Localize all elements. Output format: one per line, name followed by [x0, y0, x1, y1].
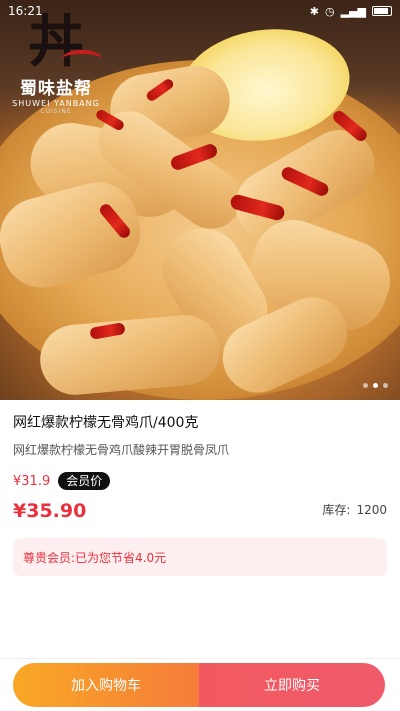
logo-swirl	[62, 50, 102, 68]
status-time: 16:21	[8, 4, 43, 18]
price-row: ¥35.90 库存: 1200	[13, 500, 387, 522]
stock-label: 库存:	[322, 503, 351, 517]
alarm-icon: ◷	[325, 4, 335, 18]
bluetooth-icon: ✱	[309, 4, 319, 18]
product-price: ¥35.90	[13, 500, 87, 522]
brand-logo: 丼 蜀味盐帮 SHUWEI YANBANG CUISINE	[6, 10, 106, 120]
product-image[interactable]: 丼 蜀味盐帮 SHUWEI YANBANG CUISINE	[0, 0, 400, 400]
logo-sub: CUISINE	[40, 108, 72, 115]
battery-icon	[372, 6, 392, 16]
product-title: 网红爆款柠檬无骨鸡爪/400克	[13, 415, 199, 431]
member-price-row: ¥31.9 会员价	[13, 472, 387, 490]
member-price: ¥31.9	[13, 473, 51, 489]
add-to-cart-button[interactable]: 加入购物车	[13, 663, 199, 707]
stock-value: 1200	[356, 503, 387, 517]
stock-info: 库存: 1200	[322, 501, 387, 522]
member-badge: 会员价	[58, 472, 111, 490]
status-icons: ✱ ◷ ▂▄▆	[310, 5, 392, 18]
status-bar: 16:21 ✱ ◷ ▂▄▆	[0, 0, 400, 22]
buy-now-button[interactable]: 立即购买	[199, 663, 385, 707]
carousel-indicator	[363, 383, 388, 388]
logo-name-en: SHUWEI YANBANG	[12, 99, 100, 108]
action-buttons: 加入购物车 立即购买	[13, 663, 385, 707]
product-info: 网红爆款柠檬无骨鸡爪/400克 网红爆款柠檬无骨鸡爪酸辣开胃脱骨凤爪 ¥31.9…	[0, 400, 400, 522]
logo-name-cn: 蜀味盐帮	[20, 79, 92, 99]
carousel-dot[interactable]	[383, 383, 388, 388]
carousel-dot-active[interactable]	[373, 383, 378, 388]
carousel-dot[interactable]	[363, 383, 368, 388]
savings-text: 尊贵会员:已为您节省4.0元	[23, 550, 167, 565]
product-subtitle: 网红爆款柠檬无骨鸡爪酸辣开胃脱骨凤爪	[13, 443, 230, 457]
signal-icon: ▂▄▆	[340, 4, 366, 18]
member-savings-banner: 尊贵会员:已为您节省4.0元	[13, 538, 387, 576]
